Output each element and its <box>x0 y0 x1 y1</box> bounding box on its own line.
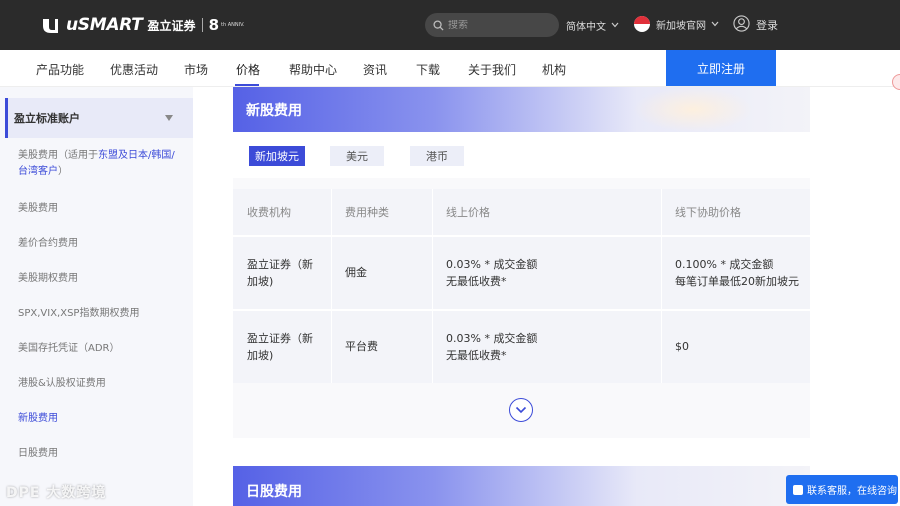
nav-item-help[interactable]: 帮助中心 <box>289 61 337 78</box>
tab-usd[interactable]: 美元 <box>330 146 384 166</box>
price-line: 0.100% * 成交金额 <box>675 258 774 271</box>
sidebar-item-cfd[interactable]: 差价合约费用 <box>18 236 183 252</box>
sidebar-account-header[interactable]: 盈立标准账户 <box>5 98 193 138</box>
price-line: 无最低收费* <box>446 349 507 362</box>
region-label: 新加坡官网 <box>656 20 706 32</box>
row-org-line: 盈立证券（新 <box>247 258 313 271</box>
row-fee-type: 平台费 <box>345 340 378 353</box>
login-label: 登录 <box>756 19 778 32</box>
table-row: 盈立证券（新 加坡) 佣金 0.03% * 成交金额 无最低收费* 0.100%… <box>233 237 810 309</box>
top-bar: uSMART 盈立证券 8 th ANNIV. 简体中文 新加坡官网 登录 <box>0 0 900 50</box>
search-input[interactable] <box>448 19 548 31</box>
nav-item-institution[interactable]: 机构 <box>542 61 566 78</box>
nav-item-about[interactable]: 关于我们 <box>468 61 516 78</box>
support-chat-button[interactable]: 联系客服，在线咨询 <box>786 475 898 504</box>
region-selector[interactable]: 新加坡官网 <box>634 16 719 32</box>
row-online-price: 0.03% * 成交金额 无最低收费* <box>446 330 537 364</box>
ipo-fee-header: 新股费用 <box>233 87 810 132</box>
row-online-price: 0.03% * 成交金额 无最低收费* <box>446 256 537 290</box>
nav-item-products[interactable]: 产品功能 <box>36 61 84 78</box>
chat-icon <box>793 484 803 495</box>
header-glow <box>633 87 753 132</box>
floating-badge-icon[interactable] <box>892 74 900 90</box>
language-selector[interactable]: 简体中文 <box>566 18 619 33</box>
anniversary-label: th ANNIV. <box>221 22 245 28</box>
sidebar-item-ipo[interactable]: 新股费用 <box>18 411 183 427</box>
row-org: 盈立证券（新 加坡) <box>247 256 313 290</box>
sidebar-item-hk-warrants[interactable]: 港股&认股权证费用 <box>18 376 183 392</box>
usmart-logo-icon <box>40 15 60 35</box>
caret-down-icon <box>165 115 173 121</box>
brand-name-cn: 盈立证券 <box>147 18 196 33</box>
ipo-fee-card: 新股费用 新加坡元 美元 港币 收费机构 费用种类 线上价格 线下协助价格 盈立… <box>233 87 810 438</box>
column-divider <box>331 189 332 383</box>
singapore-flag-icon <box>634 16 650 32</box>
table-row: 盈立证券（新 加坡) 平台费 0.03% * 成交金额 无最低收费* $0 <box>233 311 810 383</box>
row-offline-price: 0.100% * 成交金额 每笔订单最低20新加坡元 <box>675 256 799 290</box>
currency-tabs: 新加坡元 美元 港币 <box>233 132 810 178</box>
nav-active-indicator <box>235 84 259 86</box>
sidebar-item-jp-stock[interactable]: 日股费用 <box>18 446 183 462</box>
section-title: 日股费用 <box>246 484 302 500</box>
row-org-line: 加坡) <box>247 349 274 362</box>
jp-stock-fee-header: 日股费用 <box>233 466 810 506</box>
search-box[interactable] <box>425 13 559 37</box>
sidebar-item-label: 美股费用（适用于 <box>18 150 98 161</box>
column-header: 线下协助价格 <box>675 206 741 219</box>
price-line: 每笔订单最低20新加坡元 <box>675 275 799 288</box>
sidebar-item-us-stock[interactable]: 美股费用 <box>18 201 183 217</box>
language-label: 简体中文 <box>566 22 606 33</box>
price-line: 0.03% * 成交金额 <box>446 258 538 271</box>
column-divider <box>661 189 662 383</box>
watermark: DPE 大数跨境 <box>6 485 107 501</box>
brand-name: uSMART <box>66 15 143 35</box>
login-link[interactable]: 登录 <box>733 15 778 35</box>
row-org: 盈立证券（新 加坡) <box>247 330 313 364</box>
table-header: 收费机构 费用种类 线上价格 线下协助价格 <box>233 189 810 235</box>
support-label: 联系客服，在线咨询 <box>807 486 897 497</box>
column-header: 费用种类 <box>345 206 389 219</box>
logo[interactable]: uSMART 盈立证券 8 th ANNIV. <box>40 14 244 36</box>
row-org-line: 加坡) <box>247 275 274 288</box>
nav-item-download[interactable]: 下载 <box>416 61 440 78</box>
chevron-down-icon <box>611 20 619 31</box>
column-header: 线上价格 <box>446 206 490 219</box>
sidebar: 盈立标准账户 美股费用（适用于东盟及日本/韩国/台湾客户） 美股费用 差价合约费… <box>0 87 193 506</box>
chevron-down-icon <box>711 19 719 30</box>
row-org-line: 盈立证券（新 <box>247 332 313 345</box>
row-offline-price: $0 <box>675 340 689 353</box>
section-title: 新股费用 <box>246 103 302 119</box>
tab-hkd[interactable]: 港币 <box>410 146 464 166</box>
sidebar-item-us-options[interactable]: 美股期权费用 <box>18 271 183 287</box>
register-button[interactable]: 立即注册 <box>666 50 776 86</box>
sidebar-item-label-end: ） <box>58 166 68 177</box>
column-header: 收费机构 <box>247 206 291 219</box>
expand-button[interactable] <box>509 398 533 422</box>
column-divider <box>432 189 433 383</box>
nav-item-promotions[interactable]: 优惠活动 <box>110 61 158 78</box>
anniversary-number: 8 <box>208 16 219 34</box>
sidebar-item-us-stock-asean[interactable]: 美股费用（适用于东盟及日本/韩国/台湾客户） <box>18 148 183 180</box>
price-line: 0.03% * 成交金额 <box>446 332 538 345</box>
search-icon <box>433 16 444 35</box>
sidebar-item-adr[interactable]: 美国存托凭证（ADR） <box>18 341 183 357</box>
user-icon <box>733 15 750 35</box>
nav-item-pricing[interactable]: 价格 <box>236 61 260 78</box>
row-fee-type: 佣金 <box>345 266 367 279</box>
sidebar-account-label: 盈立标准账户 <box>14 112 80 125</box>
price-line: 无最低收费* <box>446 275 507 288</box>
nav-item-market[interactable]: 市场 <box>184 61 208 78</box>
sidebar-item-index-options[interactable]: SPX,VIX,XSP指数期权费用 <box>18 306 183 322</box>
nav-item-news[interactable]: 资讯 <box>363 61 387 78</box>
tab-sgd[interactable]: 新加坡元 <box>249 146 305 166</box>
logo-divider <box>201 18 203 32</box>
